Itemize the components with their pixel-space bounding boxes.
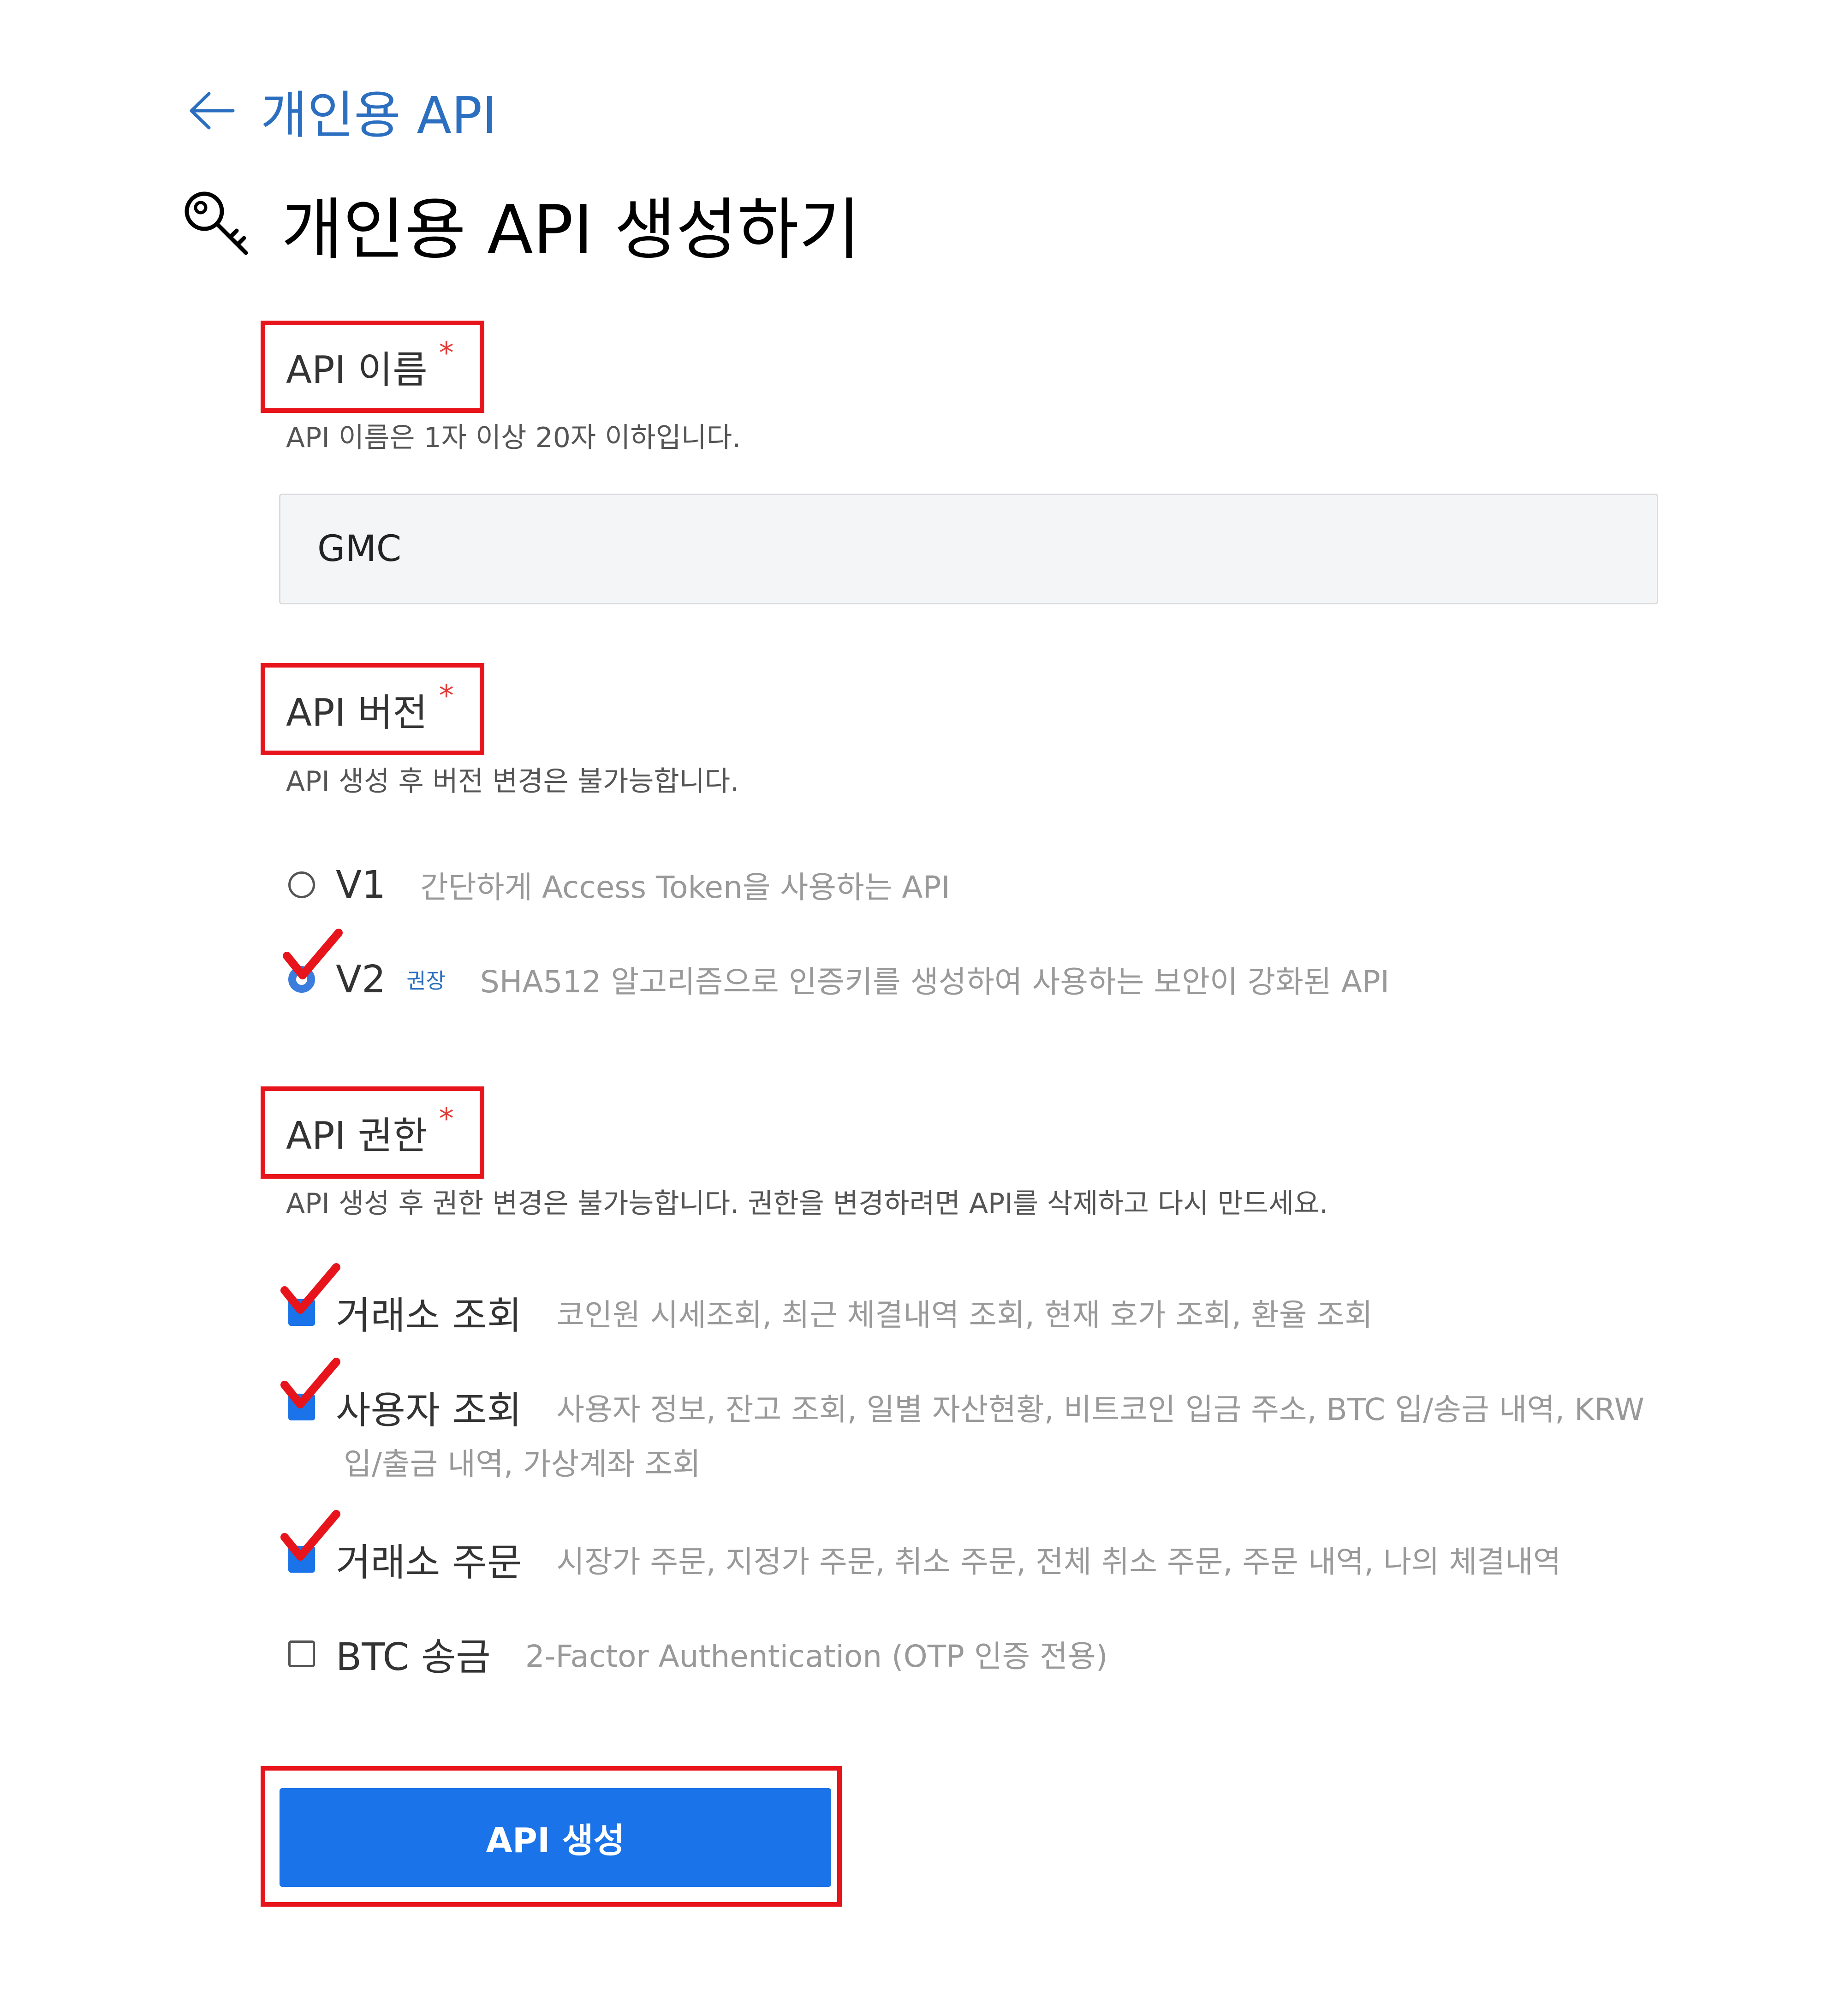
api-name-input[interactable] xyxy=(279,494,1658,604)
btc-send-checkbox[interactable] xyxy=(288,1640,315,1667)
user-query-description: 사용자 정보, 잔고 조회, 일별 자산현황, 비트코인 입금 주소, BTC … xyxy=(556,1391,1644,1427)
page-title-text: 개인용 API 생성하기 xyxy=(281,191,861,269)
exchange-order-name: 거래소 주문 xyxy=(336,1541,522,1585)
permission-option-exchange-order[interactable]: 거래소 주문 시장가 주문, 지정가 주문, 취소 주문, 전체 취소 주문, … xyxy=(288,1532,1561,1587)
v1-name: V1 xyxy=(336,863,386,907)
key-icon xyxy=(184,191,248,255)
version-label: API 버전 * xyxy=(286,679,454,737)
exchange-query-name: 거래소 조회 xyxy=(336,1294,522,1338)
v2-description: SHA512 알고리즘으로 인증키를 생성하여 사용하는 보안이 강화된 API xyxy=(480,964,1390,1000)
permission-option-user-query[interactable]: 사용자 조회 사용자 정보, 잔고 조회, 일별 자산현황, 비트코인 입금 주… xyxy=(288,1379,1644,1434)
user-query-name: 사용자 조회 xyxy=(336,1389,522,1432)
permission-option-btc-send[interactable]: BTC 송금 2-Factor Authentication (OTP 인증 전… xyxy=(288,1626,1107,1681)
red-checkmark-icon xyxy=(280,1263,340,1314)
permission-hint: API 생성 후 권한 변경은 불가능합니다. 권한을 변경하려면 API를 삭… xyxy=(286,1187,1328,1220)
btc-send-description: 2-Factor Authentication (OTP 인증 전용) xyxy=(525,1638,1108,1674)
exchange-order-description: 시장가 주문, 지정가 주문, 취소 주문, 전체 취소 주문, 주문 내역, … xyxy=(556,1544,1561,1580)
required-marker: * xyxy=(439,1102,454,1136)
permission-label: API 권한 * xyxy=(286,1102,454,1160)
name-label: API 이름 * xyxy=(286,336,454,394)
version-label-text: API 버전 xyxy=(286,691,428,735)
create-api-button[interactable]: API 생성 xyxy=(280,1788,831,1887)
v1-description: 간단하게 Access Token을 사용하는 API xyxy=(420,870,950,905)
required-marker: * xyxy=(439,336,454,370)
red-checkmark-icon xyxy=(283,929,343,979)
user-query-description-cont: 입/출금 내역, 가상계좌 조회 xyxy=(344,1446,701,1482)
permission-option-exchange-query[interactable]: 거래소 조회 코인원 시세조회, 최근 체결내역 조회, 현재 호가 조회, 환… xyxy=(288,1285,1373,1340)
name-label-text: API 이름 xyxy=(286,348,428,392)
arrow-left-icon xyxy=(190,92,235,130)
version-hint: API 생성 후 버전 변경은 불가능합니다. xyxy=(286,765,739,798)
permission-label-text: API 권한 xyxy=(286,1114,428,1158)
name-hint: API 이름은 1자 이상 20자 이하입니다. xyxy=(286,422,741,454)
version-option-v2[interactable]: V2 권장 SHA512 알고리즘으로 인증키를 생성하여 사용하는 보안이 강… xyxy=(288,957,1389,1002)
required-marker: * xyxy=(439,679,454,713)
btc-send-name: BTC 송금 xyxy=(336,1635,491,1679)
page-title: 개인용 API 생성하기 xyxy=(182,175,860,272)
back-link-label: 개인용 API xyxy=(261,86,497,145)
red-checkmark-icon xyxy=(280,1358,340,1408)
back-link[interactable]: 개인용 API xyxy=(187,74,497,148)
exchange-query-description: 코인원 시세조회, 최근 체결내역 조회, 현재 호가 조회, 환율 조회 xyxy=(556,1297,1373,1333)
version-option-v1[interactable]: V1 간단하게 Access Token을 사용하는 API xyxy=(288,863,950,907)
red-checkmark-icon xyxy=(280,1510,340,1561)
recommended-badge: 권장 xyxy=(406,968,446,993)
v1-radio[interactable] xyxy=(288,871,315,898)
